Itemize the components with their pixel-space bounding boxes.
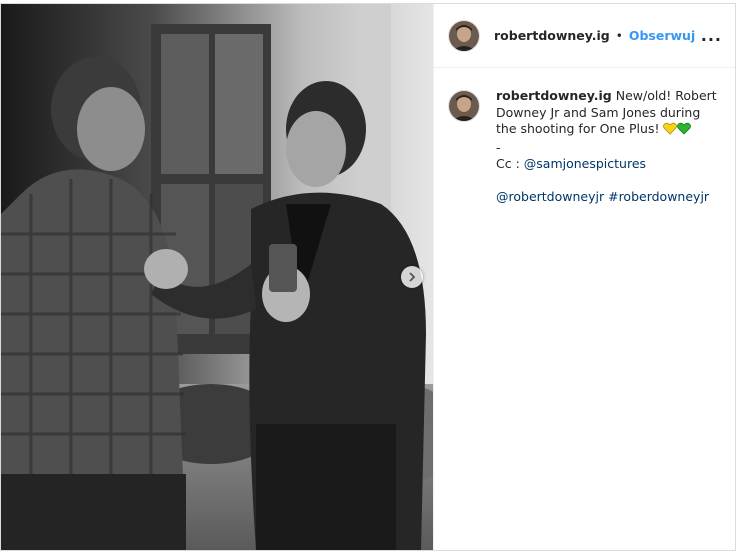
avatar-image bbox=[449, 91, 479, 121]
chevron-right-icon bbox=[409, 272, 416, 282]
post-sidebar: robertdowney.ig • Obserwuj ... robertdow… bbox=[433, 4, 735, 550]
post-photo[interactable] bbox=[1, 4, 433, 550]
yellow-heart-icon bbox=[663, 122, 678, 140]
caption-dash: - bbox=[496, 139, 501, 155]
separator-dot: • bbox=[615, 28, 623, 43]
avatar-image bbox=[449, 20, 479, 51]
follow-button[interactable]: Obserwuj bbox=[629, 28, 695, 43]
cc-label: Cc : bbox=[496, 156, 524, 171]
post-username[interactable]: robertdowney.ig bbox=[494, 28, 610, 43]
photo-illustration bbox=[1, 4, 433, 550]
caption-username[interactable]: robertdowney.ig bbox=[496, 88, 612, 103]
hashtag-link[interactable]: #roberdowneyjr bbox=[608, 189, 709, 204]
avatar[interactable] bbox=[448, 19, 480, 52]
mention-link[interactable]: @robertdowneyjr bbox=[496, 189, 604, 204]
next-photo-button[interactable] bbox=[401, 266, 423, 288]
caption-comment: robertdowney.ig New/old! Robert Downey J… bbox=[434, 68, 735, 206]
post-header: robertdowney.ig • Obserwuj ... bbox=[434, 4, 735, 68]
avatar[interactable] bbox=[448, 90, 480, 122]
mention-link[interactable]: @samjonespictures bbox=[524, 156, 646, 171]
more-options-icon[interactable]: ... bbox=[701, 26, 722, 45]
instagram-post: robertdowney.ig • Obserwuj ... robertdow… bbox=[0, 3, 736, 551]
green-heart-icon bbox=[677, 122, 692, 140]
caption-text: robertdowney.ig New/old! Robert Downey J… bbox=[496, 88, 721, 206]
